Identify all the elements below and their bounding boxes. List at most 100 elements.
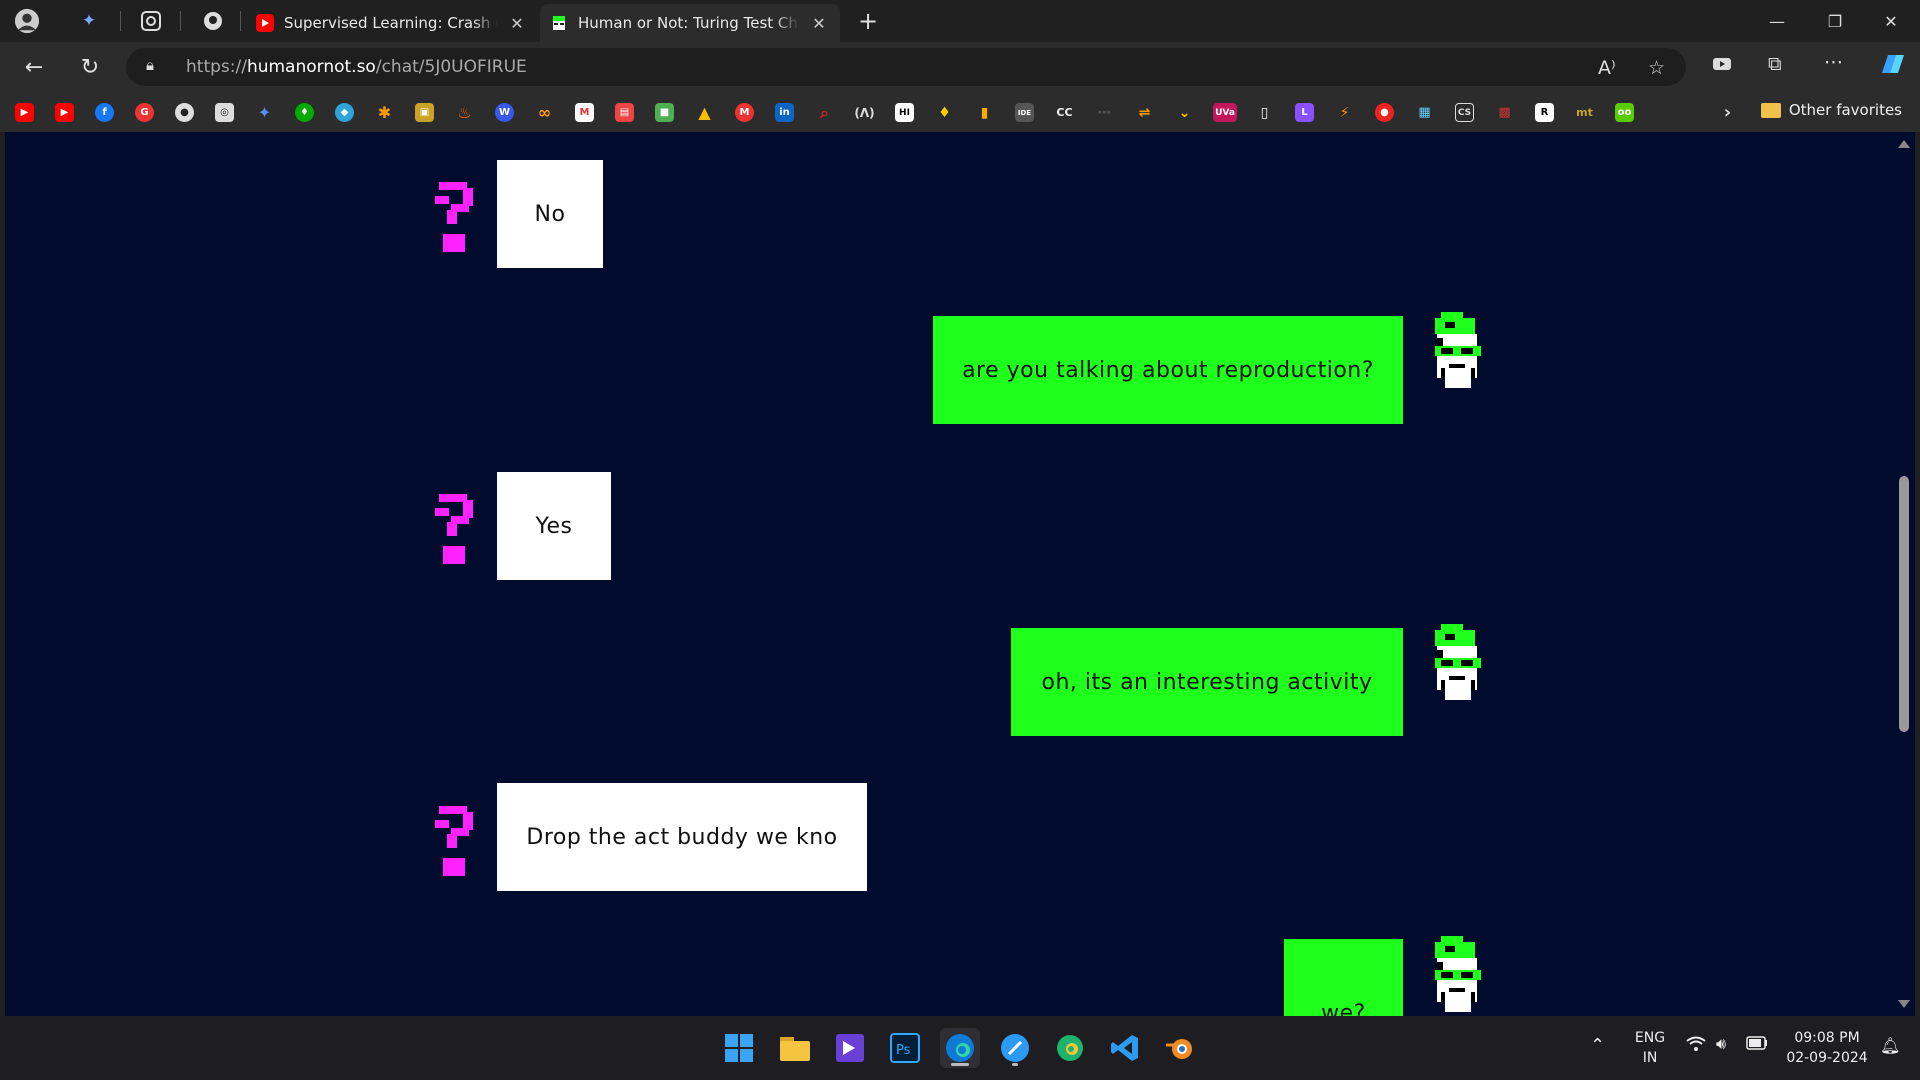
drive-icon[interactable]: ▲: [695, 103, 714, 122]
refresh-icon[interactable]: ↻: [72, 50, 108, 84]
bookmark-icon[interactable]: G: [135, 103, 154, 122]
app-icon[interactable]: [995, 1028, 1035, 1068]
bookmark-icon[interactable]: ⚡: [1335, 103, 1354, 122]
github-icon[interactable]: [200, 8, 226, 34]
bookmark-icon[interactable]: M: [735, 103, 754, 122]
meet-icon[interactable]: ■: [655, 103, 674, 122]
language-indicator[interactable]: ENG IN: [1630, 1028, 1670, 1068]
bookmark-icon[interactable]: R: [1535, 103, 1554, 122]
tab-supervised-learning[interactable]: Supervised Learning: Crash Cours ✕: [246, 4, 538, 42]
bookmark-icon[interactable]: CS: [1455, 103, 1474, 122]
bookmark-icon[interactable]: CC: [1055, 103, 1074, 122]
back-arrow-icon[interactable]: ←: [16, 50, 52, 84]
copilot-sparkle-icon[interactable]: ✦: [76, 8, 102, 34]
close-tab-icon[interactable]: ✕: [506, 14, 528, 33]
uva-icon[interactable]: UVa: [1213, 103, 1237, 122]
chat-message-me: oh, its an interesting activity: [1011, 628, 1403, 736]
minimize-icon[interactable]: —: [1748, 0, 1806, 42]
extensions-puzzle-icon[interactable]: ⧉: [1768, 53, 1782, 75]
restore-icon[interactable]: ❐: [1806, 0, 1864, 42]
close-tab-icon[interactable]: ✕: [808, 14, 830, 33]
media-icon[interactable]: [1712, 55, 1732, 77]
browser-toolbar: ← ↻ 🔒︎ https://humanornot.so/chat/5J0UOF…: [0, 42, 1920, 92]
bookmark-icon[interactable]: ⇌: [1135, 103, 1154, 122]
visual-studio-icon[interactable]: [830, 1028, 870, 1068]
fire-icon[interactable]: ♨: [455, 103, 474, 122]
infinity-icon[interactable]: ∞: [535, 103, 554, 122]
running-app-indicator: [1012, 1063, 1018, 1066]
file-explorer-icon[interactable]: [775, 1028, 815, 1068]
bookmark-icon[interactable]: ♦: [935, 103, 954, 122]
windows-start-icon[interactable]: [719, 1028, 759, 1068]
bookmark-icon[interactable]: ▦: [1415, 103, 1434, 122]
edge-browser-icon[interactable]: [940, 1028, 980, 1068]
tab-separator: [240, 11, 241, 31]
gmail-icon[interactable]: M: [575, 103, 594, 122]
photoshop-icon[interactable]: Ps: [885, 1028, 925, 1068]
user-pixel-avatar-icon: [1431, 312, 1483, 394]
profile-avatar-icon[interactable]: [14, 8, 40, 34]
bookmark-icon[interactable]: ✱: [375, 103, 394, 122]
address-bar[interactable]: 🔒︎ https://humanornot.so/chat/5J0UOFIRUE…: [126, 48, 1686, 86]
other-favorites-folder[interactable]: Other favorites: [1760, 101, 1902, 119]
user-pixel-avatar-icon: [1431, 624, 1483, 706]
duolingo-icon[interactable]: oo: [1615, 103, 1634, 122]
close-window-icon[interactable]: ✕: [1862, 0, 1920, 42]
hackerrank-icon[interactable]: HI: [895, 103, 914, 122]
copilot-icon[interactable]: [1878, 51, 1906, 82]
scrollbar-thumb[interactable]: [1899, 476, 1909, 732]
tab-title: Human or Not: Turing Test Chat S: [578, 14, 800, 32]
chart-icon[interactable]: ▮: [975, 103, 994, 122]
battery-icon[interactable]: [1746, 1036, 1768, 1056]
tab-separator: [120, 11, 121, 31]
chevron-right-icon[interactable]: ›: [1718, 102, 1737, 123]
bookmark-icon[interactable]: mt: [1575, 103, 1594, 122]
store-icon[interactable]: ▤: [615, 103, 634, 122]
lock-icon: 🔒︎: [146, 56, 154, 74]
more-menu-icon[interactable]: ⋯: [1824, 51, 1843, 73]
bookmark-icon[interactable]: (Λ): [854, 103, 874, 122]
github-icon[interactable]: ●: [175, 103, 194, 122]
user-pixel-avatar-icon: [1431, 936, 1483, 1016]
bookmark-icon[interactable]: L: [1295, 103, 1314, 122]
favorite-star-icon[interactable]: ☆: [1648, 57, 1665, 79]
bookmark-icon[interactable]: ⋯: [1095, 103, 1114, 122]
tab-human-or-not[interactable]: Human or Not: Turing Test Chat S ✕: [540, 4, 840, 42]
youtube-icon[interactable]: ▶: [15, 103, 34, 122]
show-hidden-icons-chevron-icon[interactable]: ⌃: [1590, 1036, 1605, 1056]
chatgpt-icon[interactable]: ◎: [215, 103, 234, 122]
page-scrollbar[interactable]: [1895, 132, 1915, 1016]
edge-canary-icon[interactable]: [1050, 1028, 1090, 1068]
bookmark-icon[interactable]: ◆: [335, 103, 354, 122]
question-mark-avatar-icon: [435, 494, 475, 566]
youtube-icon[interactable]: ▶: [55, 103, 74, 122]
new-tab-button[interactable]: +: [855, 7, 881, 35]
clock[interactable]: 09:08 PM 02-09-2024: [1780, 1028, 1874, 1068]
chatgpt-icon[interactable]: [138, 8, 164, 34]
url-text[interactable]: https://humanornot.so/chat/5J0UOFIRUE: [186, 57, 527, 77]
chat-message-me: are you talking about reproduction?: [933, 316, 1403, 424]
bookmark-icon[interactable]: ⌄: [1175, 103, 1194, 122]
vscode-icon[interactable]: [1105, 1028, 1145, 1068]
scroll-down-arrow-icon[interactable]: [1898, 1000, 1910, 1008]
facebook-icon[interactable]: f: [95, 103, 114, 122]
document-icon[interactable]: ▯: [1255, 103, 1274, 122]
human-or-not-icon: [550, 14, 568, 32]
gemini-icon[interactable]: ✦: [255, 103, 274, 122]
mongodb-icon[interactable]: ♦: [295, 103, 314, 122]
bookmark-icon[interactable]: ▩: [1495, 103, 1514, 122]
question-mark-avatar-icon: [435, 806, 475, 878]
ideone-icon[interactable]: IDE: [1015, 103, 1034, 122]
wifi-icon[interactable]: [1686, 1036, 1706, 1058]
linkedin-icon[interactable]: in: [775, 103, 794, 122]
blender-icon[interactable]: [1160, 1028, 1200, 1068]
volume-icon[interactable]: 🔊︎: [1716, 1034, 1726, 1054]
image-icon[interactable]: ▣: [415, 103, 434, 122]
wordpress-icon[interactable]: W: [495, 103, 514, 122]
bookmark-icon[interactable]: ●: [1375, 103, 1394, 122]
tab-separator: [180, 11, 181, 31]
read-aloud-icon[interactable]: A⁾: [1598, 57, 1616, 79]
search-icon[interactable]: ⌕: [815, 103, 834, 122]
scroll-up-arrow-icon[interactable]: [1898, 140, 1910, 148]
notification-bell-icon[interactable]: 🔔︎: [1880, 1036, 1900, 1056]
